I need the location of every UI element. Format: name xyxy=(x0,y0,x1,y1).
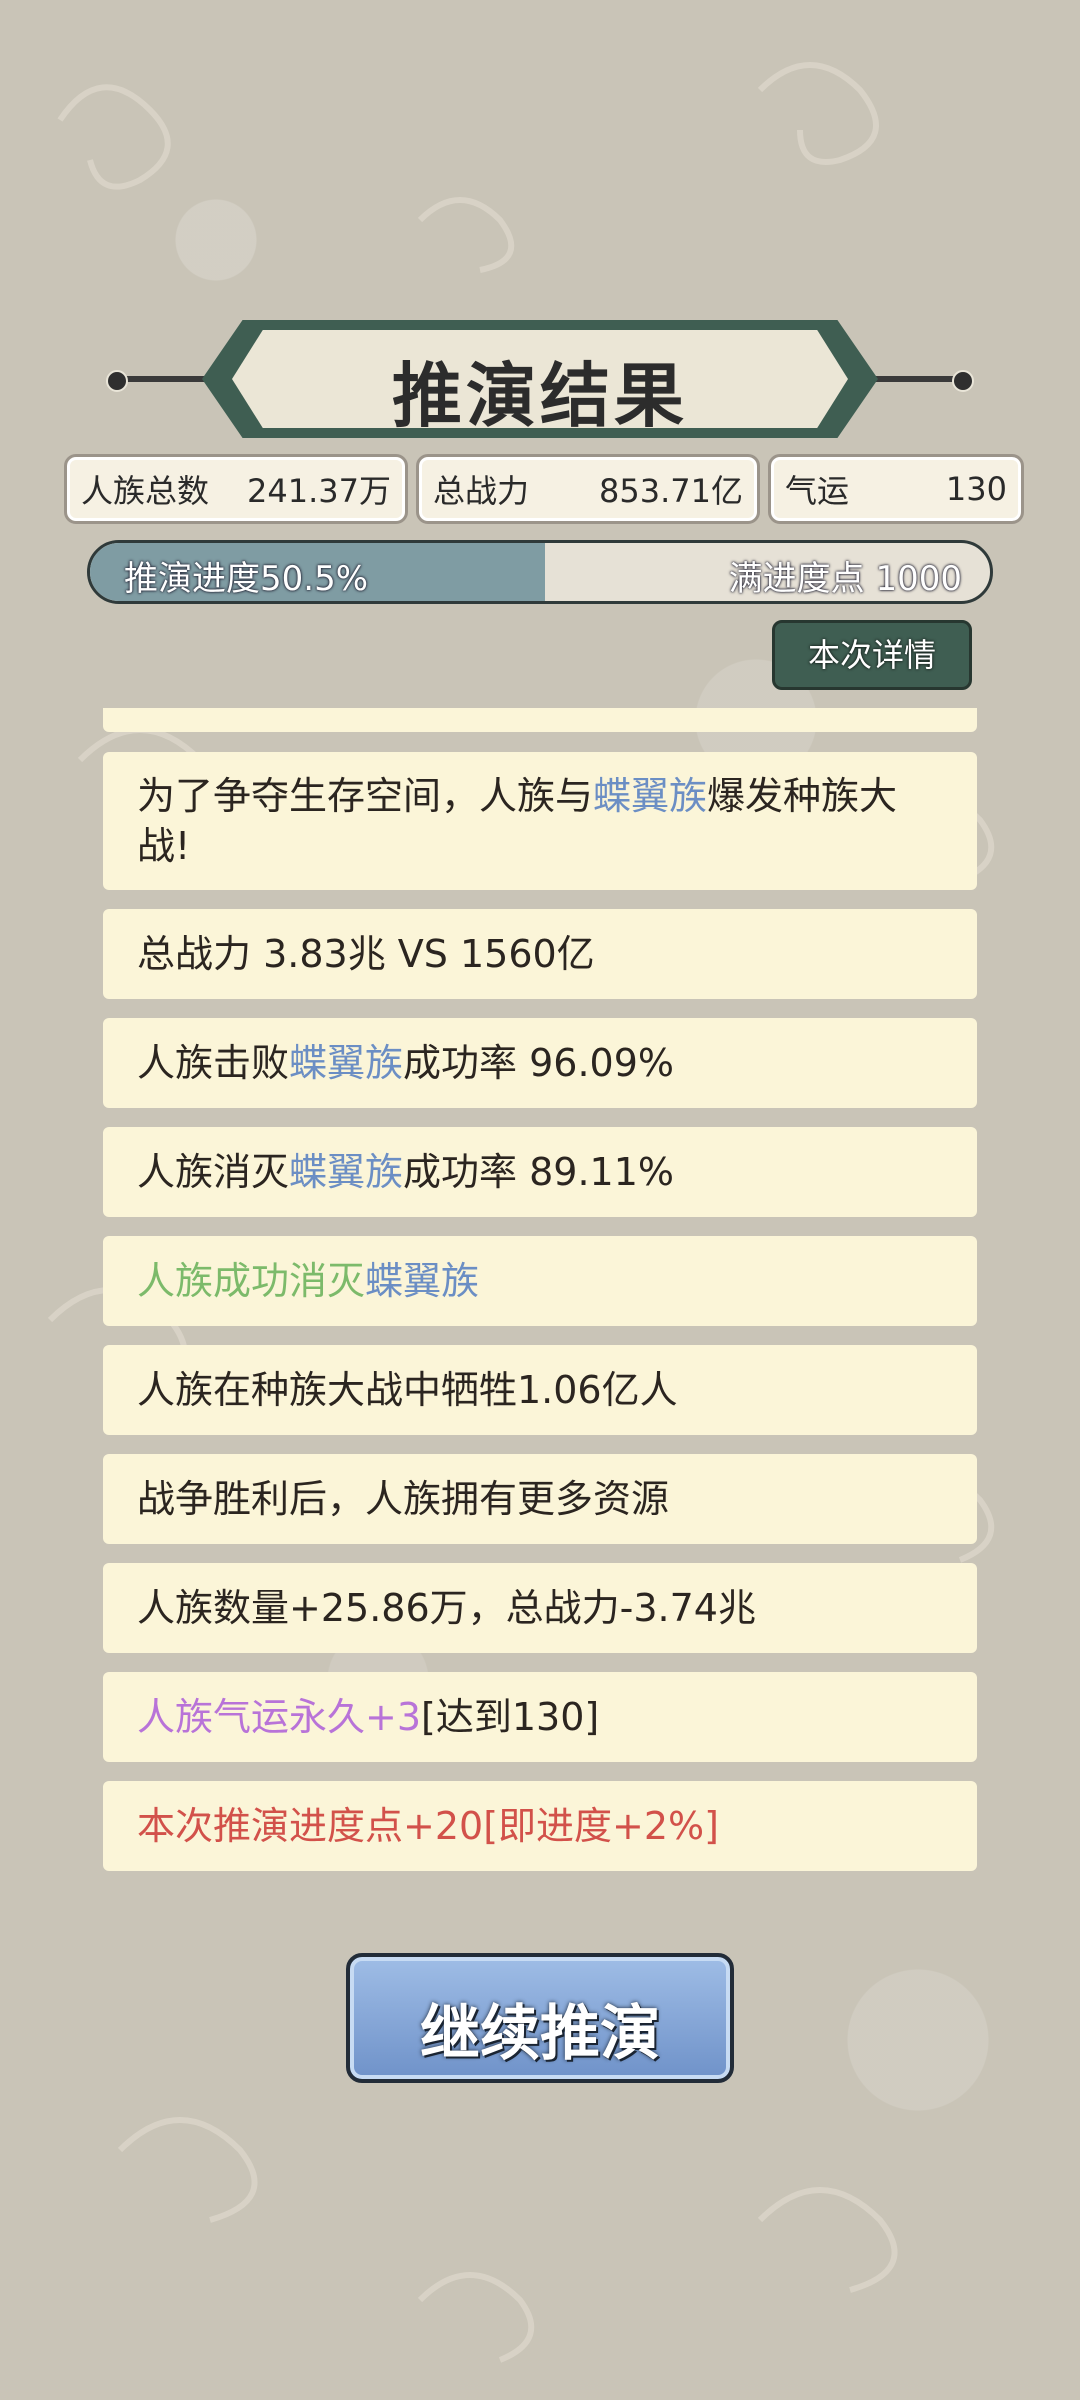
event-text: 人族数量+25.86万，总战力-3.74兆 xyxy=(137,1583,756,1633)
event-item: 人族在种族大战中牺牲1.06亿人 xyxy=(103,1345,977,1435)
event-text: 为了争夺生存空间，人族与蝶翼族爆发种族大战! xyxy=(137,771,943,871)
event-segment: 人族在种族大战中牺牲1.06亿人 xyxy=(137,1368,678,1412)
event-text: 人族成功消灭蝶翼族 xyxy=(137,1256,479,1306)
progress-bar: 推演进度50.5% 满进度点 1000 xyxy=(87,540,993,604)
stat-fortune-value: 130 xyxy=(945,470,1007,508)
event-text: 人族在种族大战中牺牲1.06亿人 xyxy=(137,1365,678,1415)
event-list[interactable]: 为了争夺生存空间，人族与蝶翼族爆发种族大战! 总战力 3.83兆 VS 1560亿… xyxy=(103,708,977,1890)
stat-power-value: 853.71亿 xyxy=(599,472,743,510)
event-segment: 人族消灭 xyxy=(137,1150,290,1194)
event-highlight: 蝶翼族 xyxy=(289,1150,404,1194)
stat-power: 总战力 853.71亿 xyxy=(416,454,760,524)
stat-fortune: 气运 130 xyxy=(768,454,1024,524)
event-item: 人族击败蝶翼族成功率 96.09% xyxy=(103,1018,977,1108)
event-item: 总战力 3.83兆 VS 1560亿 xyxy=(103,909,977,999)
event-highlight: 人族成功消灭 xyxy=(137,1259,366,1303)
continue-button-label: 继续推演 xyxy=(420,1999,660,2069)
event-highlight: 蝶翼族 xyxy=(593,774,708,818)
stat-population: 人族总数 241.37万 xyxy=(64,454,408,524)
event-segment: 人族数量+25.86万，总战力-3.74兆 xyxy=(137,1586,756,1630)
event-text: 人族消灭蝶翼族成功率 89.11% xyxy=(137,1147,674,1197)
event-segment: 总战力 3.83兆 VS 1560亿 xyxy=(137,932,595,976)
event-text: 人族气运永久+3[达到130] xyxy=(137,1692,599,1742)
event-text: 战争胜利后，人族拥有更多资源 xyxy=(137,1474,669,1524)
event-highlight: 蝶翼族 xyxy=(289,1041,404,1085)
event-segment: 为了争夺生存空间，人族与 xyxy=(137,774,594,818)
event-text: 总战力 3.83兆 VS 1560亿 xyxy=(137,929,595,979)
event-highlight: 人族气运永久+3 xyxy=(137,1695,422,1739)
event-segment: 成功率 89.11% xyxy=(403,1150,675,1194)
event-highlight: 蝶翼族 xyxy=(365,1259,480,1303)
event-segment: 战争胜利后，人族拥有更多资源 xyxy=(137,1477,670,1521)
details-button[interactable]: 本次详情 xyxy=(772,620,972,690)
stat-population-value: 241.37万 xyxy=(247,472,391,510)
event-text: 本次推演进度点+20[即进度+2%] xyxy=(137,1801,719,1851)
progress-label: 推演进度50.5% xyxy=(124,559,369,599)
event-text: 人族击败蝶翼族成功率 96.09% xyxy=(137,1038,674,1088)
event-container: 为了争夺生存空间，人族与蝶翼族爆发种族大战! 总战力 3.83兆 VS 1560亿… xyxy=(103,752,977,1871)
event-segment: 人族击败 xyxy=(137,1041,290,1085)
event-item: 人族消灭蝶翼族成功率 89.11% xyxy=(103,1127,977,1217)
stat-power-label: 总战力 xyxy=(433,472,530,510)
title-banner: 推演结果 xyxy=(106,320,974,438)
event-item: 本次推演进度点+20[即进度+2%] xyxy=(103,1781,977,1871)
event-item: 人族数量+25.86万，总战力-3.74兆 xyxy=(103,1563,977,1653)
page-title: 推演结果 xyxy=(392,354,688,437)
event-segment: 成功率 96.09% xyxy=(403,1041,675,1085)
event-item: 人族成功消灭蝶翼族 xyxy=(103,1236,977,1326)
event-highlight: 本次推演进度点+20[即进度+2%] xyxy=(137,1804,719,1848)
event-item-cutoff xyxy=(103,708,977,732)
progress-max-label: 满进度点 1000 xyxy=(728,559,962,599)
event-segment: [达到130] xyxy=(421,1695,600,1739)
event-item: 战争胜利后，人族拥有更多资源 xyxy=(103,1454,977,1544)
event-item: 为了争夺生存空间，人族与蝶翼族爆发种族大战! xyxy=(103,752,977,890)
continue-button[interactable]: 继续推演 xyxy=(346,1953,734,2083)
stat-population-label: 人族总数 xyxy=(81,472,210,510)
stat-fortune-label: 气运 xyxy=(785,472,850,510)
event-item: 人族气运永久+3[达到130] xyxy=(103,1672,977,1762)
